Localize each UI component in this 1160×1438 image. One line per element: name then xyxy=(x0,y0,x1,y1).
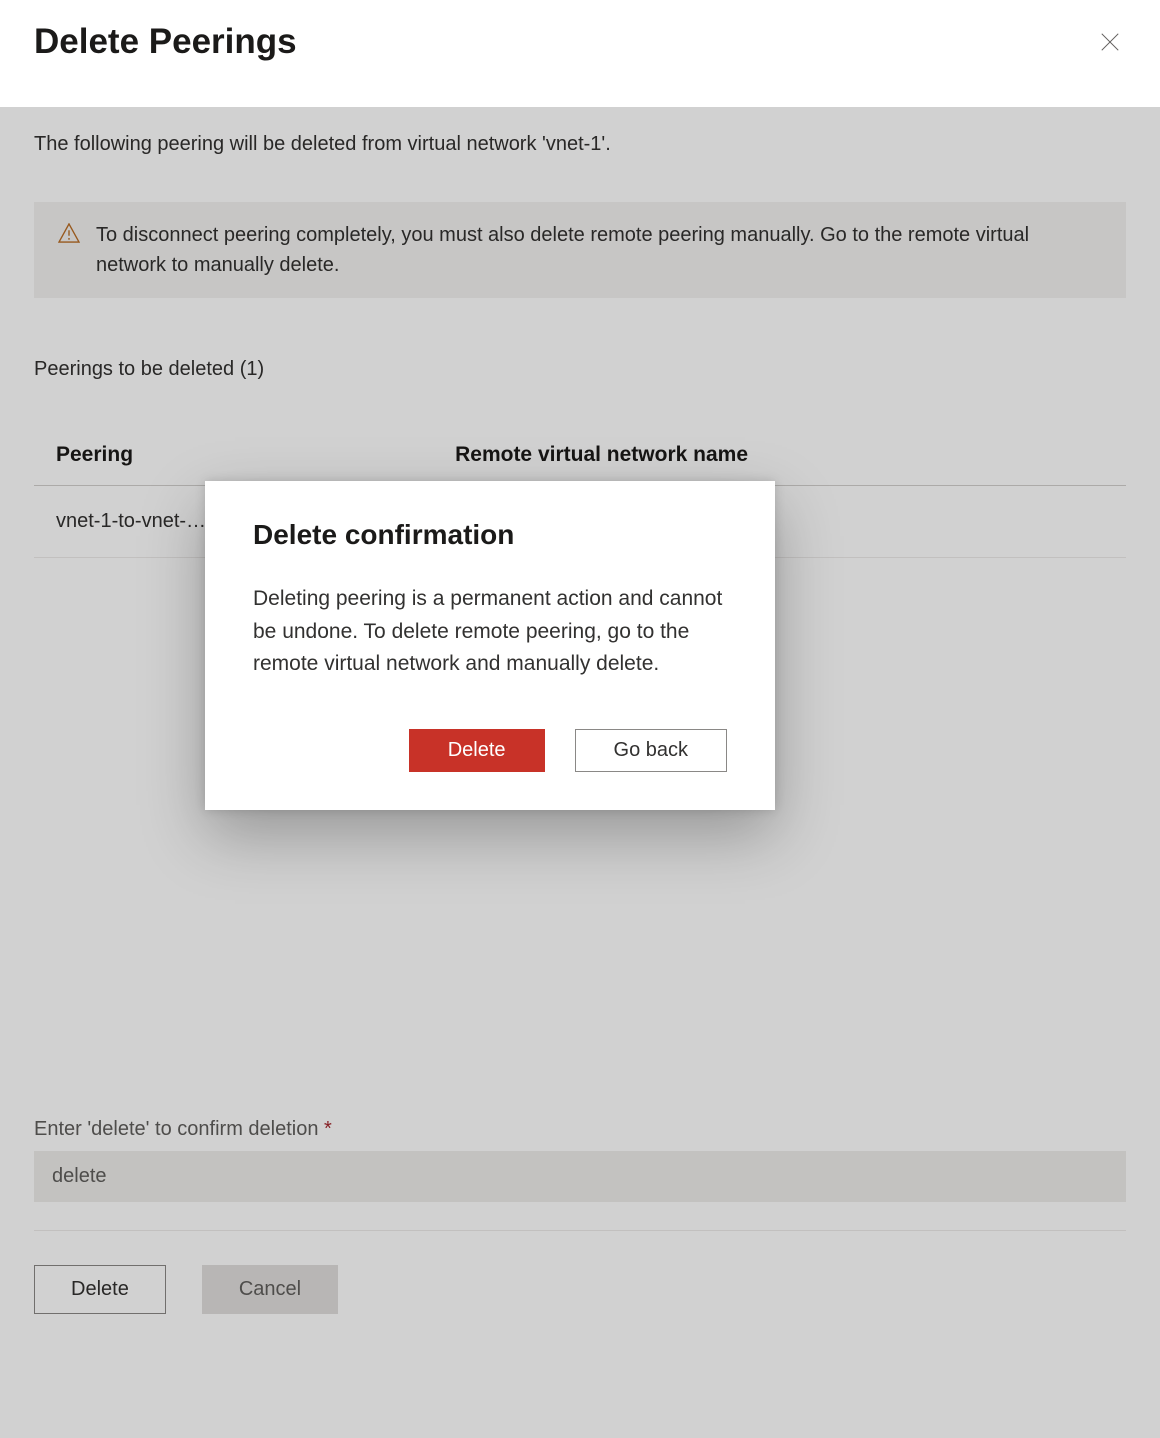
panel-header: Delete Peerings xyxy=(0,0,1160,90)
page-title: Delete Peerings xyxy=(34,22,297,62)
modal-buttons: Delete Go back xyxy=(253,729,727,772)
modal-title: Delete confirmation xyxy=(253,519,727,551)
modal-delete-button[interactable]: Delete xyxy=(409,729,545,772)
delete-confirmation-modal: Delete confirmation Deleting peering is … xyxy=(205,481,775,810)
close-icon xyxy=(1099,31,1121,53)
modal-goback-button[interactable]: Go back xyxy=(575,729,727,772)
modal-text: Deleting peering is a permanent action a… xyxy=(253,583,727,681)
close-button[interactable] xyxy=(1094,26,1126,58)
